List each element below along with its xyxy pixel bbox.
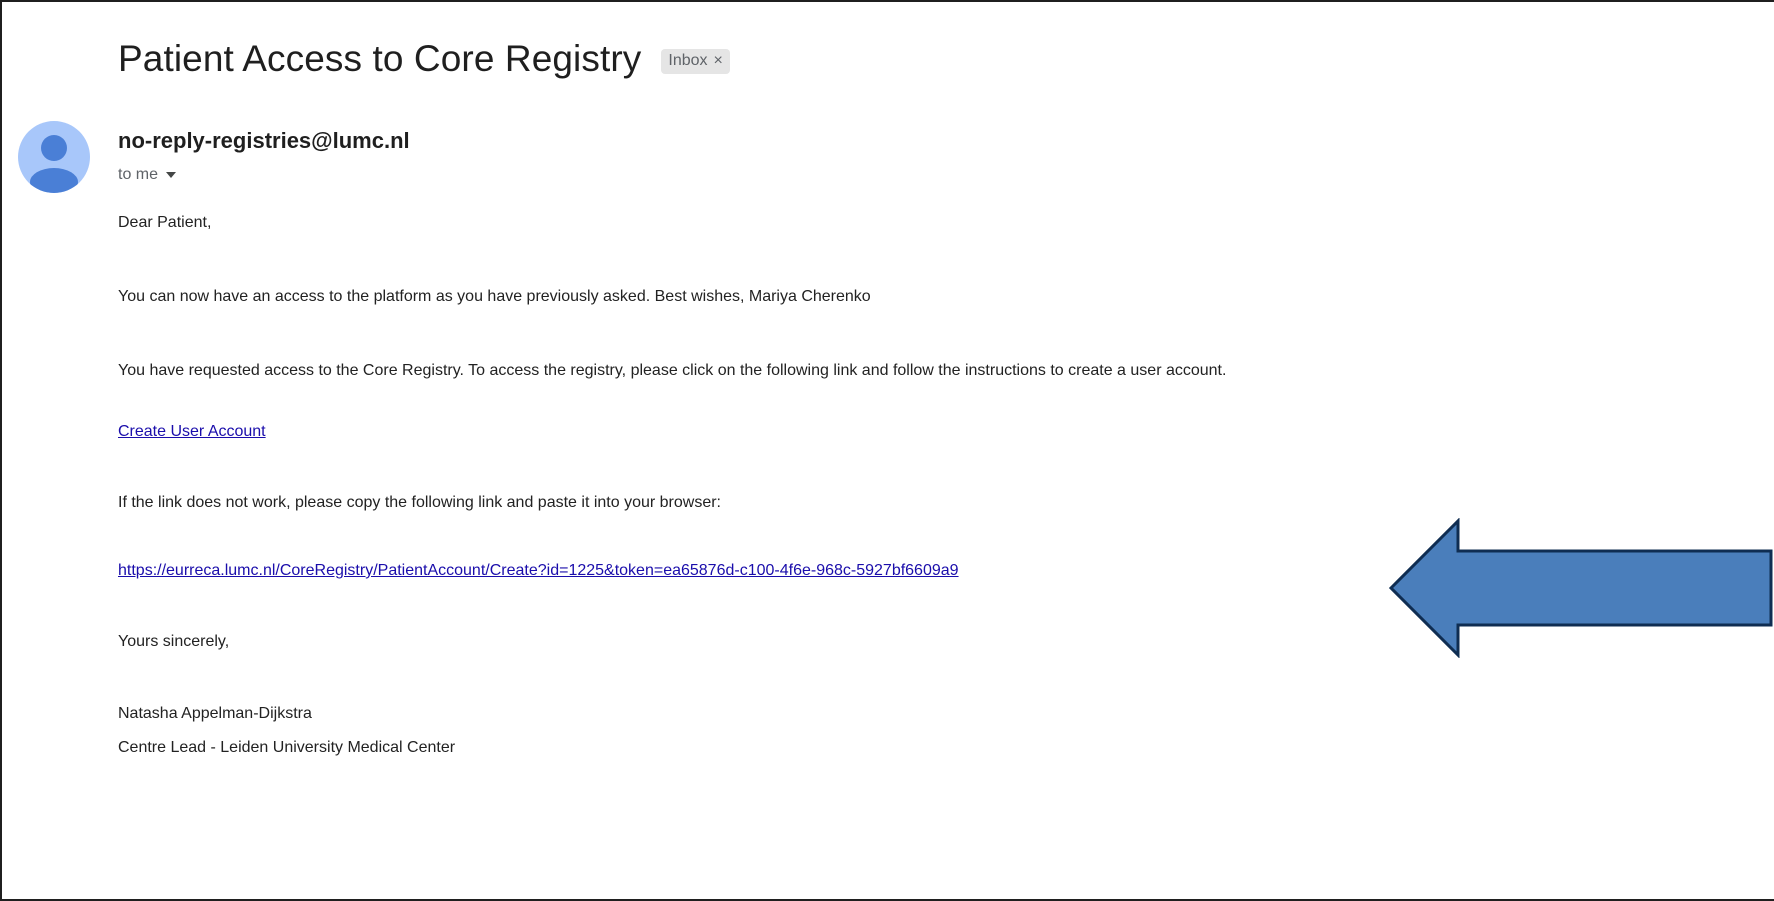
registry-url-link[interactable]: https://eurreca.lumc.nl/CoreRegistry/Pat… xyxy=(118,562,959,579)
subject-row: Patient Access to Core Registry Inbox × xyxy=(118,38,730,80)
email-subject: Patient Access to Core Registry xyxy=(118,38,642,79)
recipient-line: to me xyxy=(118,166,177,184)
recipient-text: to me xyxy=(118,166,159,183)
inbox-label-text: Inbox xyxy=(668,51,708,69)
body-paragraph-1: You can now have an access to the platfo… xyxy=(118,288,871,305)
body-paragraph-2: You have requested access to the Core Re… xyxy=(118,362,1227,379)
sender-avatar[interactable] xyxy=(18,121,90,193)
closing: Yours sincerely, xyxy=(118,633,230,650)
person-avatar-icon xyxy=(30,135,78,193)
inbox-label-chip[interactable]: Inbox × xyxy=(661,48,730,74)
sender-address[interactable]: no-reply-registries@lumc.nl xyxy=(118,128,410,154)
greeting: Dear Patient, xyxy=(118,214,212,231)
left-arrow-icon xyxy=(1388,518,1773,658)
chevron-down-icon[interactable] xyxy=(166,172,177,178)
signature-title: Centre Lead - Leiden University Medical … xyxy=(118,739,456,756)
remove-label-icon[interactable]: × xyxy=(714,52,723,70)
signature-name: Natasha Appelman-Dijkstra xyxy=(118,705,312,722)
create-user-account-link[interactable]: Create User Account xyxy=(118,423,266,440)
fallback-instructions: If the link does not work, please copy t… xyxy=(118,494,721,511)
